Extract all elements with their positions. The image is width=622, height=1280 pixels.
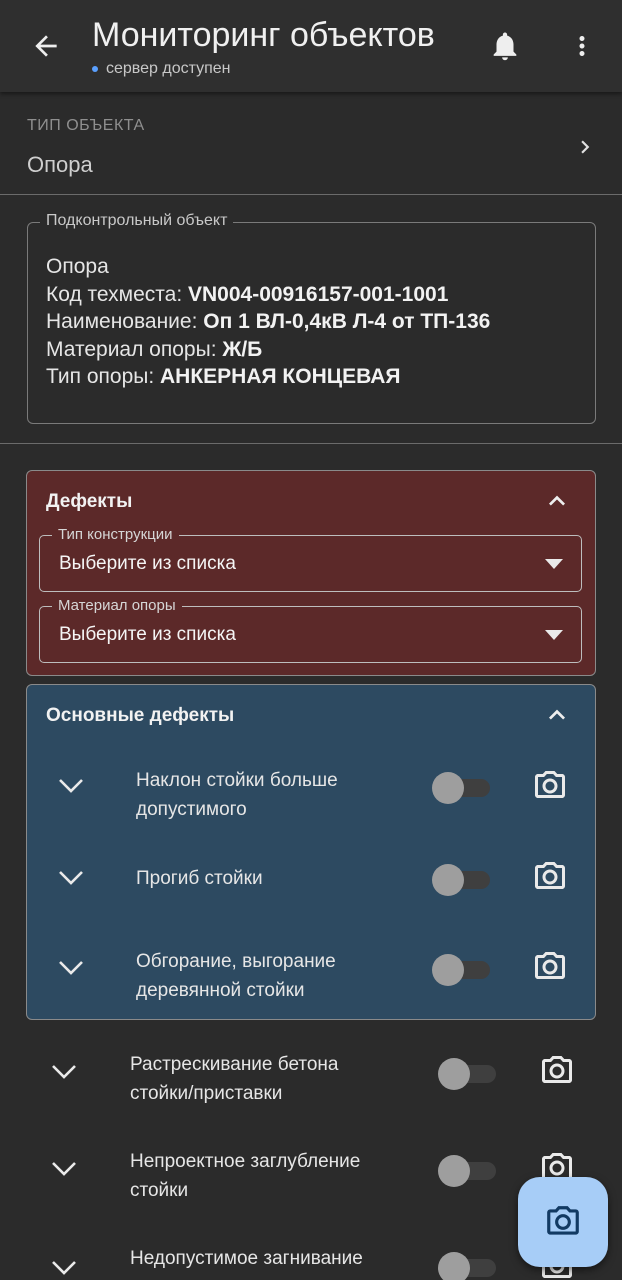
chevron-down-icon[interactable]: [55, 956, 87, 980]
camera-icon: [535, 862, 565, 889]
back-arrow-icon: [35, 35, 57, 57]
defect-label: Обгорание, выгорание деревянной стойки: [136, 951, 336, 1001]
object-code-value: VN004-00916157-001-1001: [188, 282, 449, 306]
camera-button[interactable]: [530, 766, 570, 806]
bell-icon: [493, 32, 517, 61]
defect-label: Прогиб стойки: [136, 868, 263, 889]
defects-card: Дефекты Тип конструкции Выберите из спис…: [26, 470, 596, 676]
main-defects-title: Основные дефекты: [46, 705, 235, 726]
status-dot-icon: [92, 66, 98, 72]
defect-label: Непроектное заглубление стойки: [130, 1151, 361, 1201]
defect-toggle[interactable]: [432, 862, 492, 896]
dropdown-arrow-icon: [545, 630, 563, 640]
object-material-line: Материал опоры: Ж/Б: [46, 336, 490, 364]
controlled-object-details: Опора Код техместа: VN004-00916157-001-1…: [46, 253, 490, 391]
camera-icon: [535, 771, 565, 798]
server-status: сервер доступен: [92, 60, 231, 78]
dropdown-arrow-icon: [545, 559, 563, 569]
camera-icon: [535, 952, 565, 979]
camera-icon: [547, 1206, 579, 1235]
support-material-value: Выберите из списка: [59, 624, 236, 645]
defect-label: Недопустимое загнивание: [130, 1248, 363, 1269]
chevron-down-icon[interactable]: [55, 774, 87, 798]
main-defects-collapse-button[interactable]: [539, 699, 575, 731]
defects-collapse-button[interactable]: [539, 485, 575, 517]
construction-type-value: Выберите из списка: [59, 553, 236, 574]
more-vert-icon: [579, 36, 585, 56]
object-title-label: Наименование:: [46, 310, 204, 333]
camera-icon: [542, 1056, 572, 1083]
divider: [0, 194, 622, 195]
object-material-label: Материал опоры:: [46, 337, 223, 361]
chevron-down-icon[interactable]: [48, 1157, 80, 1181]
object-material-value: Ж/Б: [222, 337, 263, 361]
controlled-object-legend: Подконтрольный объект: [40, 212, 234, 230]
object-code-label: Код техместа:: [46, 282, 188, 306]
defect-toggle[interactable]: [432, 770, 492, 804]
chevron-up-icon: [549, 495, 565, 506]
notifications-button[interactable]: [484, 26, 526, 66]
object-title-value: Оп 1 ВЛ-0,4кВ Л-4 от ТП-136: [203, 310, 491, 333]
camera-button[interactable]: [530, 947, 570, 987]
object-support-type-value: АНКЕРНАЯ КОНЦЕВАЯ: [160, 365, 401, 388]
defect-toggle[interactable]: [438, 1250, 498, 1280]
object-type-value: Опора: [27, 152, 93, 177]
support-material-select[interactable]: Материал опоры Выберите из списка: [39, 597, 582, 663]
take-photo-fab[interactable]: [518, 1177, 608, 1267]
controlled-object-panel: Подконтрольный объект Опора Код техместа…: [27, 212, 596, 424]
chevron-down-icon[interactable]: [55, 866, 87, 890]
defect-toggle[interactable]: [432, 952, 492, 986]
defect-label: Растрескивание бетона стойки/приставки: [130, 1054, 339, 1104]
more-options-button[interactable]: [566, 26, 598, 66]
chevron-right-icon: [581, 140, 590, 154]
chevron-up-icon: [549, 709, 565, 720]
object-support-type-label: Тип опоры:: [46, 365, 161, 388]
object-title-line: Наименование: Оп 1 ВЛ-0,4кВ Л-4 от ТП-13…: [46, 308, 490, 336]
back-button[interactable]: [26, 26, 66, 66]
page-title: Мониторинг объектов: [92, 16, 435, 54]
construction-type-select[interactable]: Тип конструкции Выберите из списка: [39, 526, 582, 592]
defect-toggle[interactable]: [438, 1153, 498, 1187]
chevron-down-icon[interactable]: [48, 1256, 80, 1280]
object-code-line: Код техместа: VN004-00916157-001-1001: [46, 281, 490, 309]
defects-title: Дефекты: [46, 491, 133, 512]
object-name: Опора: [46, 255, 109, 278]
construction-type-label: Тип конструкции: [52, 526, 179, 543]
support-material-label: Материал опоры: [52, 597, 182, 614]
object-type-caption: ТИП ОБЪЕКТА: [27, 117, 145, 134]
camera-button[interactable]: [530, 857, 570, 897]
divider: [0, 443, 622, 444]
app-bar: Мониторинг объектов сервер доступен: [0, 0, 622, 92]
object-type-selector[interactable]: ТИП ОБЪЕКТА Опора: [0, 100, 622, 194]
defect-label: Наклон стойки больше допустимого: [136, 770, 338, 820]
object-support-type-line: Тип опоры: АНКЕРНАЯ КОНЦЕВАЯ: [46, 363, 490, 391]
camera-button[interactable]: [537, 1051, 577, 1091]
defect-toggle[interactable]: [438, 1056, 498, 1090]
chevron-down-icon[interactable]: [48, 1060, 80, 1084]
status-text: сервер доступен: [106, 60, 231, 77]
